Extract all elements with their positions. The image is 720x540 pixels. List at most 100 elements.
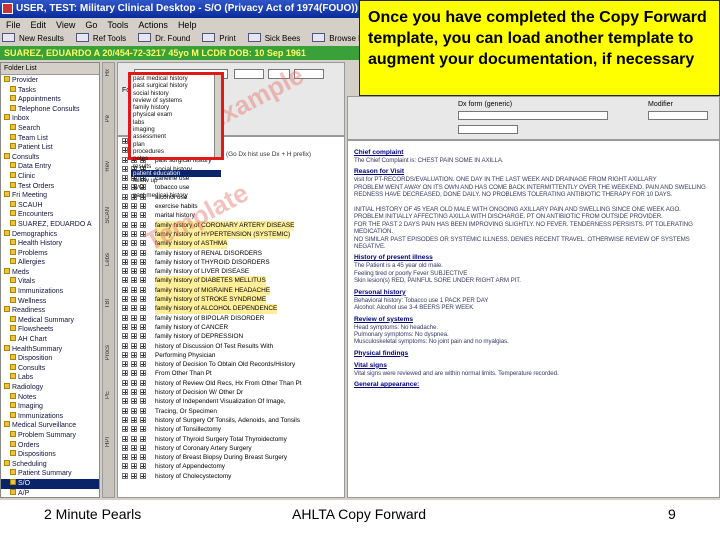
folder-item[interactable]: Labs	[1, 373, 99, 383]
history-row[interactable]: history of Independent Visualization Of …	[118, 397, 344, 406]
history-row[interactable]: family history of DEPRESSION	[118, 332, 344, 341]
template-dropdown-item[interactable]: patient education	[131, 169, 221, 178]
expand-toggle[interactable]	[131, 342, 137, 349]
folder-item[interactable]: Problems	[1, 248, 99, 259]
expand-toggle[interactable]	[131, 333, 137, 340]
expand-toggle[interactable]	[122, 416, 128, 423]
menu-item-view[interactable]: View	[56, 20, 75, 30]
expand-toggle[interactable]	[140, 314, 146, 321]
history-row[interactable]: Performing Physician	[118, 351, 344, 360]
toolbar-button[interactable]: New Results	[0, 32, 71, 46]
folder-item[interactable]: A/P	[1, 488, 99, 497]
vertical-tab[interactable]: SCAN	[103, 207, 114, 251]
expand-toggle[interactable]	[140, 258, 146, 265]
expand-toggle[interactable]	[122, 184, 128, 191]
history-row[interactable]: history of Cholecystectomy	[118, 472, 344, 481]
history-row[interactable]: history of Breast Biopsy During Breast S…	[118, 453, 344, 462]
expand-toggle[interactable]	[122, 351, 128, 358]
expand-toggle[interactable]	[131, 426, 137, 433]
expand-toggle[interactable]	[140, 212, 146, 219]
folder-item[interactable]: HealthSummary	[1, 344, 99, 355]
folder-item[interactable]: Vitals	[1, 277, 99, 287]
expand-toggle[interactable]	[140, 389, 146, 396]
expand-toggle[interactable]	[122, 444, 128, 451]
expand-toggle[interactable]	[131, 240, 137, 247]
folder-item[interactable]: Telephone Consults	[1, 104, 99, 115]
expand-toggle[interactable]	[122, 277, 128, 284]
history-row[interactable]: history of Surgery Of Tonsils, Adenoids,…	[118, 416, 344, 425]
expand-toggle[interactable]	[131, 444, 137, 451]
template-dropdown-item[interactable]: results	[131, 163, 221, 170]
folder-item[interactable]: SUAREZ, EDUARDO A	[1, 219, 99, 230]
folder-item[interactable]: Team List	[1, 133, 99, 144]
expand-toggle[interactable]	[140, 277, 146, 284]
expand-toggle[interactable]	[122, 454, 128, 461]
expand-toggle[interactable]	[122, 426, 128, 433]
template-dropdown-item[interactable]: review of systems	[131, 97, 221, 104]
folder-item[interactable]: Readiness	[1, 306, 99, 316]
expand-toggle[interactable]	[122, 286, 128, 293]
expand-toggle[interactable]	[122, 305, 128, 312]
template-dropdown-item[interactable]: imaging	[131, 126, 221, 133]
expand-toggle[interactable]	[131, 379, 137, 386]
expand-toggle[interactable]	[122, 398, 128, 405]
expand-toggle[interactable]	[131, 305, 137, 312]
history-row[interactable]: history of Appendectomy	[118, 462, 344, 471]
expand-toggle[interactable]	[131, 212, 137, 219]
expand-toggle[interactable]	[122, 193, 128, 200]
dropdown-scrollbar[interactable]	[214, 75, 221, 157]
history-row[interactable]: family history of BIPOLAR DISORDER	[118, 314, 344, 323]
expand-toggle[interactable]	[131, 249, 137, 256]
expand-toggle[interactable]	[122, 175, 128, 182]
folder-item[interactable]: Encounters	[1, 210, 99, 220]
folder-item[interactable]: Demographics	[1, 229, 99, 240]
expand-toggle[interactable]	[131, 268, 137, 275]
history-row[interactable]: history of Coronary Artery Surgery	[118, 444, 344, 453]
history-row[interactable]: family history of DIABETES MELLITUS	[118, 276, 344, 286]
folder-item[interactable]: Provider	[1, 76, 99, 86]
expand-toggle[interactable]	[140, 407, 146, 414]
expand-toggle[interactable]	[122, 472, 128, 479]
expand-toggle[interactable]	[131, 389, 137, 396]
expand-toggle[interactable]	[122, 230, 128, 237]
expand-toggle[interactable]	[122, 389, 128, 396]
toolbar-button[interactable]: Print	[200, 32, 242, 46]
template-dropdown-item[interactable]: physical exam	[131, 111, 221, 118]
vertical-tab[interactable]: HPI	[103, 437, 114, 481]
expand-toggle[interactable]	[131, 398, 137, 405]
expand-toggle[interactable]	[140, 305, 146, 312]
folder-item[interactable]: Meds	[1, 267, 99, 278]
history-row[interactable]: family history of MIGRAINE HEADACHE	[118, 285, 344, 296]
expand-toggle[interactable]	[122, 379, 128, 386]
expand-toggle[interactable]	[131, 221, 137, 228]
template-dropdown-item[interactable]: plan	[131, 141, 221, 148]
expand-toggle[interactable]	[122, 342, 128, 349]
folder-item[interactable]: AH Chart	[1, 335, 99, 345]
template-dropdown-item[interactable]: past medical history	[131, 192, 221, 199]
expand-toggle[interactable]	[122, 221, 128, 228]
template-dropdown-item[interactable]: family history	[131, 104, 221, 111]
expand-toggle[interactable]	[140, 286, 146, 293]
expand-toggle[interactable]	[131, 435, 137, 442]
template-dropdown-item[interactable]: follow up	[131, 177, 221, 184]
expand-toggle[interactable]	[140, 296, 146, 303]
expand-toggle[interactable]	[131, 203, 137, 210]
history-row[interactable]: family history of ALCOHOL DEPENDENCE	[118, 304, 344, 314]
expand-toggle[interactable]	[131, 416, 137, 423]
expand-toggle[interactable]	[140, 472, 146, 479]
expand-toggle[interactable]	[122, 212, 128, 219]
history-row[interactable]: history of Thyroid Surgery Total Thyroid…	[118, 435, 344, 444]
history-row[interactable]: family history of LIVER DISEASE	[118, 267, 344, 276]
folder-item[interactable]: Wellness	[1, 296, 99, 307]
expand-toggle[interactable]	[131, 286, 137, 293]
expand-toggle[interactable]	[140, 444, 146, 451]
vertical-tab[interactable]: TBI	[103, 299, 114, 343]
menu-item-actions[interactable]: Actions	[138, 20, 168, 30]
folder-item[interactable]: Dispositions	[1, 450, 99, 460]
folder-item[interactable]: Problem Summary	[1, 430, 99, 441]
expand-toggle[interactable]	[122, 258, 128, 265]
history-row[interactable]: family history of THYROID DISORDERS	[118, 258, 344, 267]
template-dropdown-item[interactable]: past medical history	[131, 75, 221, 82]
expand-toggle[interactable]	[131, 370, 137, 377]
vertical-tab[interactable]: Rev	[103, 161, 114, 205]
